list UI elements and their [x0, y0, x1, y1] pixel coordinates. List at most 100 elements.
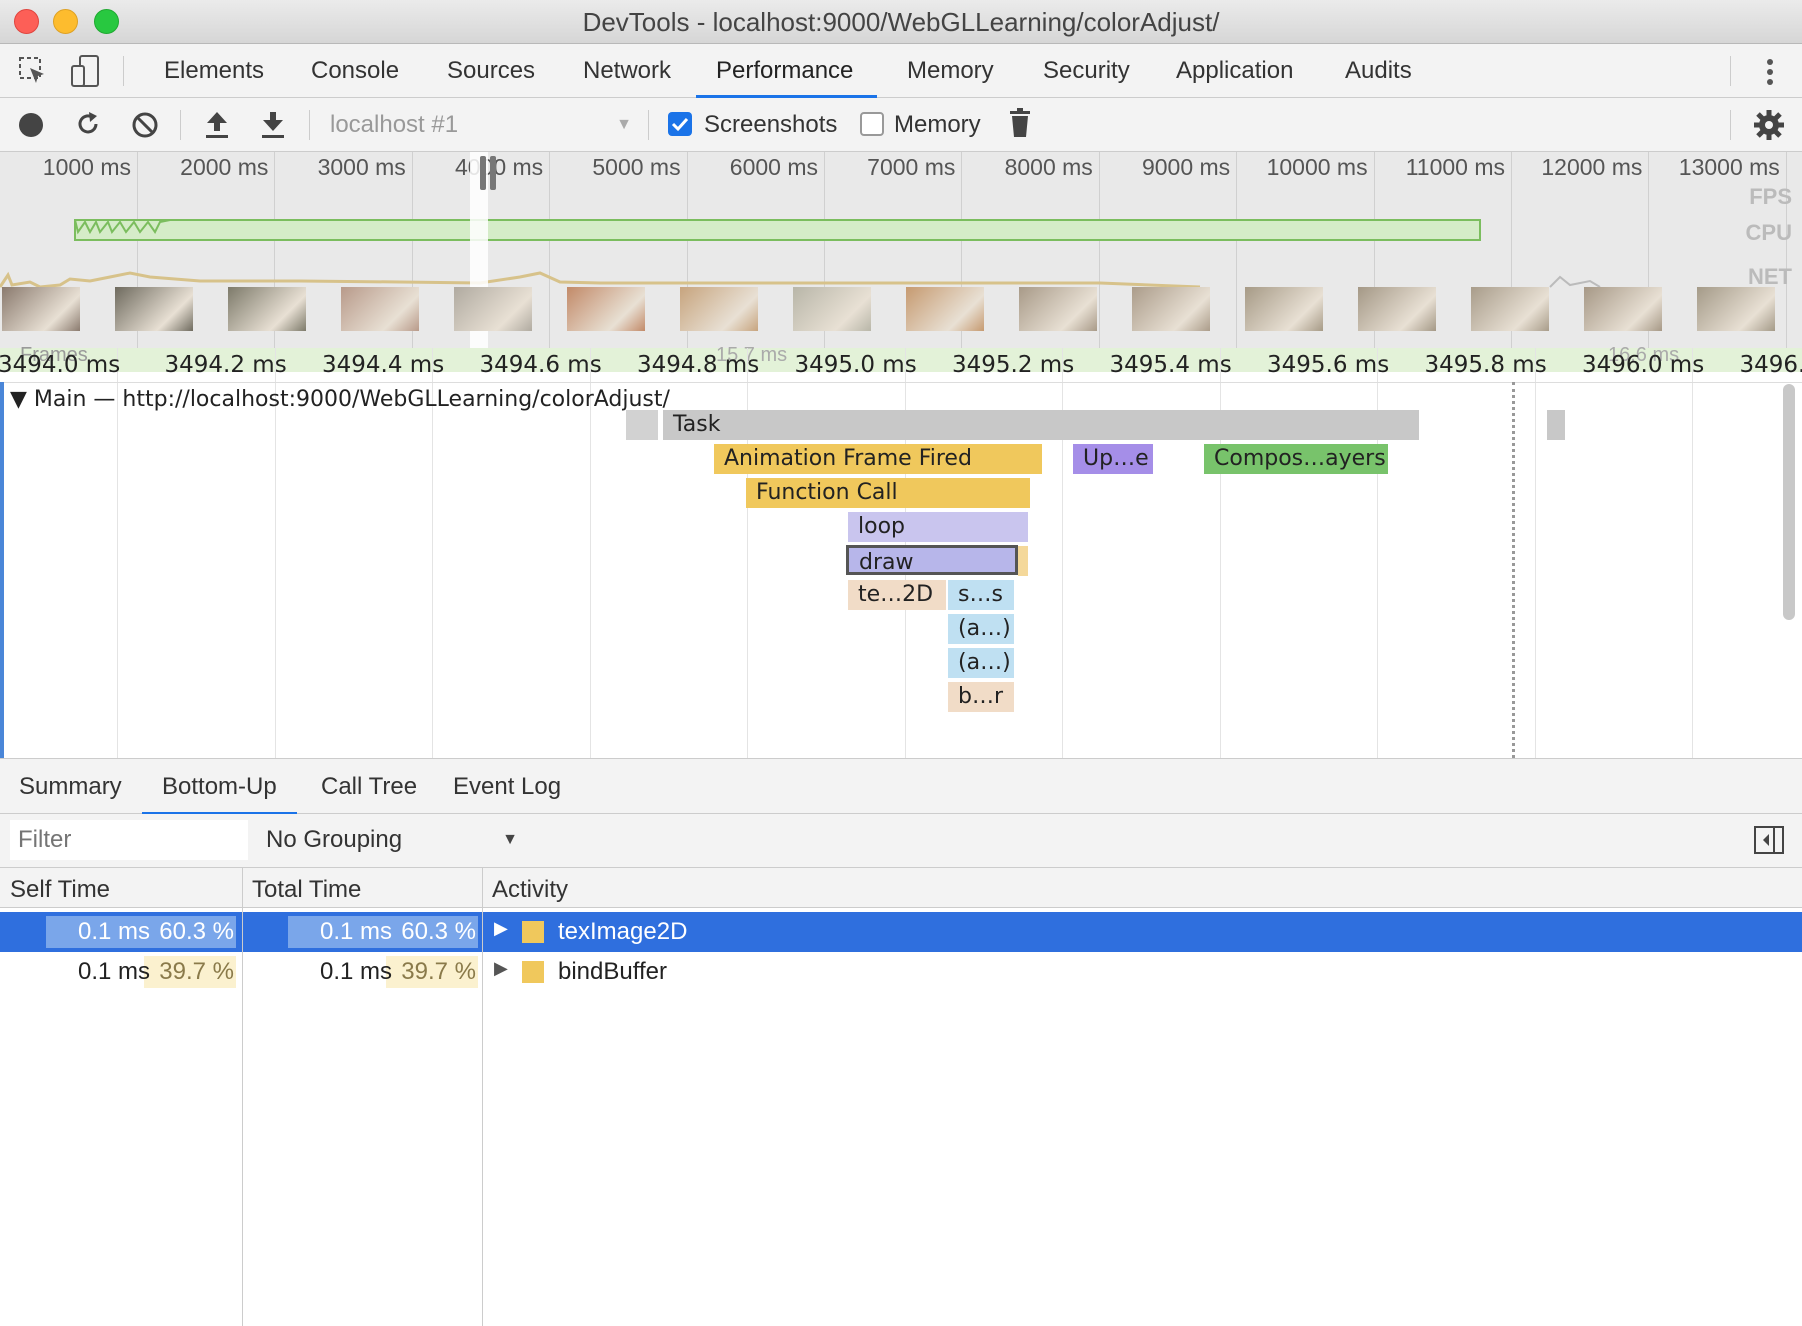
inspect-element-icon[interactable] [18, 56, 48, 86]
draw-event[interactable]: draw [846, 545, 1018, 575]
activity-header[interactable]: Activity [482, 868, 1802, 908]
tab-performance[interactable]: Performance [696, 44, 878, 98]
self-time-header[interactable]: Self Time [0, 868, 242, 908]
chevron-down-icon: ▼ [616, 116, 632, 133]
fps-track-label: FPS [1749, 184, 1792, 209]
teximage-event[interactable]: te…2D [848, 580, 946, 610]
screenshot-thumbnail[interactable] [793, 287, 871, 331]
screenshot-thumbnail[interactable] [1245, 287, 1323, 331]
ruler-gridline [1534, 348, 1536, 758]
ss-event[interactable]: s…s [948, 580, 1014, 610]
tab-elements[interactable]: Elements [160, 44, 268, 98]
screenshot-thumbnail[interactable] [1697, 287, 1775, 331]
draw-tail-slice [1018, 546, 1028, 576]
task-event[interactable] [1547, 410, 1565, 440]
anonymous-event[interactable]: (a…) [948, 614, 1014, 644]
details-tab-bottom-up[interactable]: Bottom-Up [142, 759, 297, 815]
settings-gear-icon[interactable] [1753, 109, 1785, 141]
loop-event[interactable]: loop [848, 512, 1028, 542]
window-title: DevTools - localhost:9000/WebGLLearning/… [582, 7, 1220, 37]
screenshot-thumbnail[interactable] [115, 287, 193, 331]
tab-audits[interactable]: Audits [1341, 44, 1416, 98]
details-tab-call-tree[interactable]: Call Tree [321, 759, 417, 812]
screenshot-thumbnail[interactable] [680, 287, 758, 331]
filter-input[interactable] [10, 820, 248, 860]
time-value: 0.1 ms [319, 958, 392, 985]
overview-tick-label: 10000 ms [1266, 154, 1368, 180]
ruler-tick-label: 3495.8 ms [1424, 352, 1547, 378]
screenshot-thumbnail[interactable] [2, 287, 80, 331]
save-profile-icon[interactable] [260, 110, 286, 140]
filter-bar: No Grouping ▼ [0, 814, 1802, 868]
ruler-tick-label: 3494.0 ms [0, 352, 121, 378]
screenshot-thumbnail[interactable] [341, 287, 419, 331]
update-layer-event[interactable]: Up…e [1073, 444, 1153, 474]
time-value: 0.1 ms [319, 918, 392, 945]
bindbuffer-event[interactable]: b…r [948, 682, 1014, 712]
screenshot-thumbnail[interactable] [1132, 287, 1210, 331]
composite-layers-event[interactable]: Compos…ayers [1204, 444, 1388, 474]
screenshot-thumbnail[interactable] [1358, 287, 1436, 331]
screenshot-thumbnail[interactable] [1019, 287, 1097, 331]
profile-select-value: localhost #1 [330, 111, 459, 138]
total-time-header[interactable]: Total Time [242, 868, 482, 908]
screenshot-thumbnail[interactable] [906, 287, 984, 331]
animation-frame-event[interactable]: Animation Frame Fired [714, 444, 1042, 474]
memory-checkbox[interactable] [860, 112, 884, 136]
details-tab-summary[interactable]: Summary [19, 759, 122, 812]
tab-network[interactable]: Network [579, 44, 675, 98]
profile-select[interactable]: localhost #1 ▼ [330, 108, 640, 142]
screenshot-thumbnail[interactable] [454, 287, 532, 331]
more-options-icon[interactable] [1762, 56, 1778, 88]
main-tab-bar: Elements Console Sources Network Performance… [0, 44, 1802, 98]
category-color-swatch [522, 961, 544, 983]
main-thread-header[interactable]: ▼ Main — http://localhost:9000/WebGLLear… [10, 382, 670, 418]
screenshots-checkbox[interactable] [668, 112, 692, 136]
record-button[interactable] [18, 112, 44, 138]
screenshot-thumbnail[interactable] [567, 287, 645, 331]
task-slice[interactable] [626, 410, 658, 440]
reload-record-icon[interactable] [74, 110, 102, 138]
vertical-scrollbar[interactable] [1783, 384, 1795, 620]
collect-garbage-icon[interactable] [1008, 108, 1032, 138]
overview-tick-label: 2000 ms [180, 154, 269, 180]
function-call-event[interactable]: Function Call [746, 478, 1030, 508]
time-ruler: 3494.0 ms 3494.2 ms 3494.4 ms 3494.6 ms 3494… [0, 348, 1802, 758]
selection-handle-left[interactable] [480, 156, 486, 190]
clear-icon[interactable] [130, 110, 160, 140]
ruler-tick-label: 3494.8 ms [637, 352, 760, 378]
expand-arrow-icon[interactable]: ▶ [494, 918, 508, 939]
percent-value: 39.7 % [401, 958, 476, 985]
overview-tick-label: 1000 ms [42, 154, 131, 180]
tab-sources[interactable]: Sources [443, 44, 539, 98]
bottom-up-table: Self Time Total Time Activity 0.1 ms 60.3… [0, 868, 1802, 1326]
activity-name: texImage2D [558, 918, 688, 945]
load-profile-icon[interactable] [204, 110, 230, 140]
frame-boundary-marker [1512, 382, 1515, 758]
device-toolbar-icon[interactable] [70, 54, 102, 88]
selection-handle-right[interactable] [490, 156, 496, 190]
ruler-gridline [1692, 348, 1693, 758]
tab-console[interactable]: Console [307, 44, 403, 98]
tab-memory[interactable]: Memory [903, 44, 998, 98]
screenshot-thumbnail[interactable] [228, 287, 306, 331]
tab-application[interactable]: Application [1172, 44, 1297, 98]
toggle-sidebar-icon[interactable] [1754, 826, 1784, 854]
anonymous-event[interactable]: (a…) [948, 648, 1014, 678]
time-value: 0.1 ms [77, 918, 150, 945]
overview-tick-label: 7000 ms [867, 154, 956, 180]
performance-toolbar: localhost #1 ▼ Screenshots Memory [0, 98, 1802, 152]
chevron-down-icon: ▼ [502, 831, 518, 848]
time-value: 0.1 ms [77, 958, 150, 985]
grouping-select[interactable]: No Grouping ▼ [266, 820, 526, 860]
details-tab-event-log[interactable]: Event Log [453, 759, 561, 812]
tab-security[interactable]: Security [1039, 44, 1134, 98]
screenshots-label: Screenshots [704, 111, 838, 138]
screenshot-thumbnail[interactable] [1584, 287, 1662, 331]
details-tab-bar: Summary Bottom-Up Call Tree Event Log [0, 758, 1802, 815]
flame-chart[interactable]: Frames 15.7 ms 16.6 ms 3494.0 ms 3494.2 m… [0, 344, 1802, 758]
ruler-tick-label: 3495.4 ms [1109, 352, 1232, 378]
expand-arrow-icon[interactable]: ▶ [494, 958, 508, 979]
screenshot-thumbnail[interactable] [1471, 287, 1549, 331]
task-event[interactable]: Task [663, 410, 1419, 440]
